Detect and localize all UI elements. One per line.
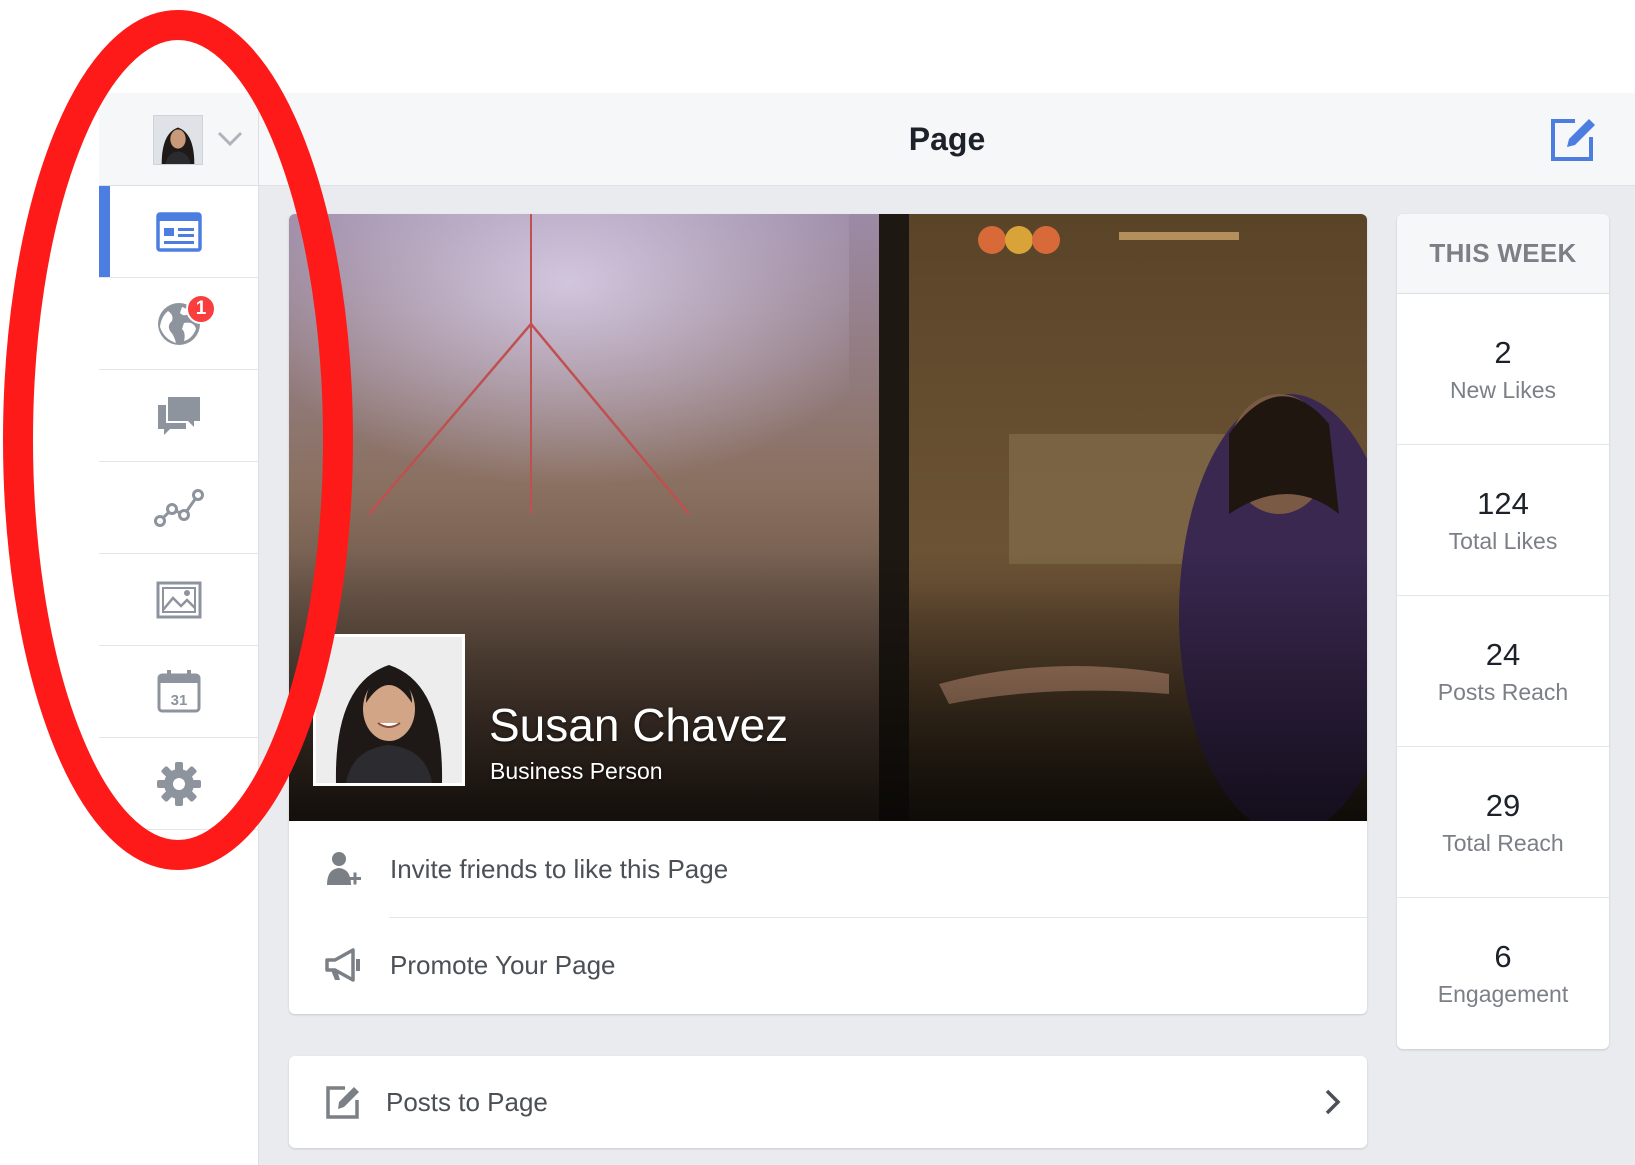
sidebar-item-events[interactable]: 31 xyxy=(99,646,258,738)
promote-page-row[interactable]: Promote Your Page xyxy=(289,917,1367,1013)
sidebar-item-photos[interactable] xyxy=(99,554,258,646)
sidebar-item-insights[interactable] xyxy=(99,462,258,554)
stat-label: Posts Reach xyxy=(1437,678,1569,705)
sidebar: 1 31 xyxy=(99,93,259,1165)
posts-to-page-label: Posts to Page xyxy=(386,1086,548,1117)
page-icon xyxy=(155,211,202,252)
calendar-day: 31 xyxy=(170,692,187,709)
stat-engagement[interactable]: 6 Engagement xyxy=(1397,898,1609,1049)
photos-icon xyxy=(156,581,201,618)
stat-value: 24 xyxy=(1485,636,1521,672)
compose-icon xyxy=(326,1086,359,1119)
megaphone-icon xyxy=(325,948,360,982)
stat-value: 6 xyxy=(1494,939,1512,974)
page-title: Page xyxy=(908,121,986,157)
stat-value: 124 xyxy=(1477,485,1529,521)
stat-posts-reach[interactable]: 24 Posts Reach xyxy=(1397,596,1609,747)
stat-total-likes[interactable]: 124 Total Likes xyxy=(1397,445,1609,596)
cover-photo[interactable]: Susan Chavez Business Person xyxy=(289,214,1367,821)
chevron-right-icon xyxy=(1325,1089,1341,1115)
chevron-down-icon[interactable] xyxy=(216,130,244,148)
profile-picture[interactable] xyxy=(313,634,465,786)
main-content: Susan Chavez Business Person Invite frie… xyxy=(259,186,1635,1165)
stat-new-likes[interactable]: 2 New Likes xyxy=(1397,294,1609,445)
sidebar-item-page[interactable] xyxy=(99,186,258,278)
invite-friend-icon xyxy=(327,852,361,885)
posts-to-page-row[interactable]: Posts to Page xyxy=(289,1056,1367,1148)
stat-value: 2 xyxy=(1494,334,1512,370)
invite-friends-label: Invite friends to like this Page xyxy=(390,853,729,884)
this-week-panel: THIS WEEK 2 New Likes 124 Total Likes 24… xyxy=(1397,214,1609,1049)
page-card: Susan Chavez Business Person Invite frie… xyxy=(289,214,1367,1014)
notification-badge: 1 xyxy=(186,294,216,324)
invite-friends-row[interactable]: Invite friends to like this Page xyxy=(289,821,1367,917)
this-week-title: THIS WEEK xyxy=(1397,214,1609,294)
messages-icon xyxy=(157,396,200,435)
promote-page-label: Promote Your Page xyxy=(390,949,616,980)
sidebar-item-settings[interactable] xyxy=(99,738,258,830)
top-bar: Page xyxy=(259,93,1635,186)
compose-icon[interactable] xyxy=(1547,113,1599,165)
stat-total-reach[interactable]: 29 Total Reach xyxy=(1397,747,1609,898)
stat-label: Engagement xyxy=(1437,981,1569,1007)
insights-icon xyxy=(153,488,204,527)
sidebar-item-notifications[interactable]: 1 xyxy=(99,278,258,370)
stat-value: 29 xyxy=(1485,787,1521,823)
stat-label: Total Likes xyxy=(1448,527,1558,554)
calendar-icon: 31 xyxy=(157,669,200,712)
account-switcher[interactable] xyxy=(99,93,258,186)
stat-label: Total Reach xyxy=(1442,829,1564,856)
profile-name: Susan Chavez xyxy=(489,699,789,751)
sidebar-item-messages[interactable] xyxy=(99,370,258,462)
gear-icon xyxy=(156,761,201,806)
profile-category: Business Person xyxy=(490,758,663,784)
avatar[interactable] xyxy=(153,115,203,165)
stat-label: New Likes xyxy=(1449,376,1557,403)
